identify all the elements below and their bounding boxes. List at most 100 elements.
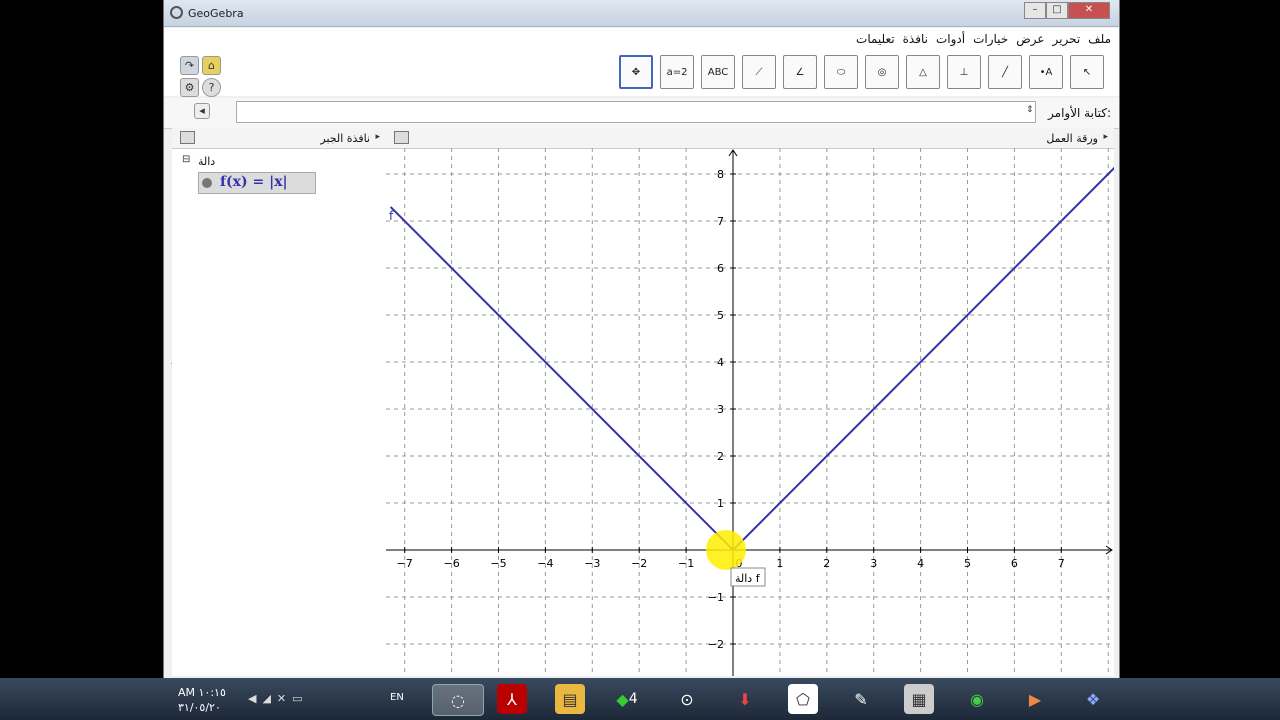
line-tool[interactable]: ╱ xyxy=(988,55,1022,89)
tooltip-text: دالة f xyxy=(735,572,761,585)
coordinate-plane[interactable]: −7−6−5−4−3−2−101234567−2−112345678 f دال… xyxy=(386,148,1114,676)
x-tick-label: −3 xyxy=(584,557,600,570)
y-tick-label: 5 xyxy=(717,309,724,322)
y-tick-label: −1 xyxy=(708,591,724,604)
x-tick-label: −6 xyxy=(443,557,459,570)
x-tick-label: −5 xyxy=(490,557,506,570)
function-label[interactable]: f xyxy=(389,209,394,223)
calculator-icon[interactable]: ▦ xyxy=(904,684,934,714)
y-tick-label: −2 xyxy=(708,638,724,651)
polygon-tool[interactable]: △ xyxy=(906,55,940,89)
system-clock[interactable]: AM ١٠:١٥ ٣١/٠٥/٢٠ xyxy=(178,685,226,715)
x-tick-label: 7 xyxy=(1058,557,1065,570)
minimize-button[interactable]: – xyxy=(1024,2,1046,19)
algebra-folder: دالة xyxy=(198,155,216,168)
help-icon[interactable]: ? xyxy=(202,78,221,97)
x-tick-label: 6 xyxy=(1011,557,1018,570)
menu-help[interactable]: تعليمات xyxy=(856,32,895,46)
taskbar: AM ١٠:١٥ ٣١/٠٥/٢٠ ◀◢✕▭ EN ◌ ⅄ ▤ ◆ 4 ⊙ ⬇ ⬠… xyxy=(0,678,1280,720)
x-tick-label: −2 xyxy=(631,557,647,570)
menu-bar: ملف تحرير عرض خيارات أدوات نافذة تعليمات xyxy=(164,28,1119,50)
y-tick-label: 1 xyxy=(717,497,724,510)
input-label: كتابة الأوامر: xyxy=(1048,106,1111,120)
graphics-view-title: ورقة العمل xyxy=(1046,132,1098,145)
function-graph-f[interactable] xyxy=(389,165,1114,552)
menu-edit[interactable]: تحرير xyxy=(1053,32,1081,46)
disk-utility-icon[interactable]: ⊙ xyxy=(672,684,702,714)
input-help-icon[interactable]: ◂ xyxy=(194,103,210,119)
y-tick-label: 3 xyxy=(717,403,724,416)
x-tick-label: −7 xyxy=(397,557,413,570)
command-input[interactable] xyxy=(236,101,1036,123)
clock-time: AM ١٠:١٥ xyxy=(178,686,226,699)
tool-app-icon[interactable]: ✎ xyxy=(846,684,876,714)
move-tool[interactable]: ↖ xyxy=(1070,55,1104,89)
perspectives-icon[interactable]: ⌂ xyxy=(202,56,221,75)
text-tool[interactable]: ABC xyxy=(701,55,735,89)
cube-app-badge: 4 xyxy=(628,691,638,707)
maximize-button[interactable]: □ xyxy=(1046,2,1068,19)
download-manager-icon[interactable]: ⬇ xyxy=(730,684,760,714)
cursor-highlight xyxy=(706,530,746,570)
conic-tool[interactable]: ⬭ xyxy=(824,55,858,89)
geogebra-taskbar-icon[interactable]: ◌ xyxy=(432,684,484,716)
folder-collapse-icon[interactable]: ⊟ xyxy=(182,154,190,165)
chrome-icon[interactable]: ◉ xyxy=(962,684,992,714)
reflect-tool[interactable]: ⟋ xyxy=(742,55,776,89)
menu-tools[interactable]: أدوات xyxy=(936,32,965,46)
x-tick-label: 4 xyxy=(917,557,924,570)
geogebra-app-icon xyxy=(170,6,183,19)
title-bar[interactable]: GeoGebra – □ ✕ xyxy=(164,0,1119,27)
view-style-icon[interactable] xyxy=(180,131,195,144)
point-tool[interactable]: •A xyxy=(1029,55,1063,89)
algebra-entry[interactable]: f(x) = |x| xyxy=(198,172,316,194)
panel-menu-arrow-icon[interactable]: ▸ xyxy=(375,132,380,142)
slider-tool[interactable]: a=2 xyxy=(660,55,694,89)
visibility-toggle-icon[interactable] xyxy=(202,178,212,188)
menu-window[interactable]: نافذة xyxy=(903,32,928,46)
windows-icon[interactable]: ❖ xyxy=(1078,684,1108,714)
gear-icon[interactable]: ⚙ xyxy=(180,78,199,97)
menu-file[interactable]: ملف xyxy=(1088,32,1111,46)
geogebra-window: GeoGebra – □ ✕ ملف تحرير عرض خيارات أدوا… xyxy=(163,0,1120,678)
input-dropdown-icon[interactable]: ⇕ xyxy=(1026,105,1034,115)
toolbar: ↷ ⌂ ⚙ ? ✥ a=2 ABC ⟋ ∠ ⬭ ◎ △ ⊥ ╱ •A ↖ xyxy=(164,50,1119,97)
graphics-menu-arrow-icon[interactable]: ▸ xyxy=(1103,132,1108,142)
algebra-view: نافذة الجبر ▸ ⊟ دالة f(x) = |x| xyxy=(172,128,387,676)
perpendicular-line-tool[interactable]: ⊥ xyxy=(947,55,981,89)
y-tick-label: 8 xyxy=(717,168,724,181)
window-title: GeoGebra xyxy=(188,7,244,20)
algebra-view-header: نافذة الجبر ▸ xyxy=(172,128,386,149)
graphics-view-header: ورقة العمل ▸ xyxy=(386,128,1114,149)
cube-app-icon[interactable]: ◆ 4 xyxy=(612,684,642,714)
x-tick-label: 5 xyxy=(964,557,971,570)
graphics-view[interactable]: ورقة العمل ▸ −7−6−5−4−3−2−101234567−2−11… xyxy=(386,128,1114,676)
y-tick-label: 4 xyxy=(717,356,724,369)
menu-options[interactable]: خيارات xyxy=(973,32,1008,46)
menu-view[interactable]: عرض xyxy=(1016,32,1044,46)
language-indicator[interactable]: EN xyxy=(390,692,404,703)
algebra-view-title: نافذة الجبر xyxy=(320,132,370,145)
graphics-style-icon[interactable] xyxy=(394,131,409,144)
x-tick-label: −1 xyxy=(678,557,694,570)
x-tick-label: 1 xyxy=(776,557,783,570)
circle-tool[interactable]: ◎ xyxy=(865,55,899,89)
x-tick-label: 3 xyxy=(870,557,877,570)
media-player-icon[interactable]: ▶ xyxy=(1020,684,1050,714)
x-tick-label: 2 xyxy=(823,557,830,570)
function-definition: f(x) = |x| xyxy=(220,174,288,190)
redo-icon[interactable]: ↷ xyxy=(180,56,199,75)
pdf-reader-icon[interactable]: ⅄ xyxy=(497,684,527,714)
network-app-icon[interactable]: ⬠ xyxy=(788,684,818,714)
y-tick-label: 2 xyxy=(717,450,724,463)
function-tooltip: دالة f xyxy=(730,567,766,587)
y-tick-label: 6 xyxy=(717,262,724,275)
x-tick-label: −4 xyxy=(537,557,553,570)
angle-tool[interactable]: ∠ xyxy=(783,55,817,89)
file-explorer-icon[interactable]: ▤ xyxy=(555,684,585,714)
close-button[interactable]: ✕ xyxy=(1068,2,1110,19)
input-bar: ◂ ⇕ كتابة الأوامر: xyxy=(164,98,1119,129)
move-graphics-view-tool[interactable]: ✥ xyxy=(619,55,653,89)
system-tray[interactable]: ◀◢✕▭ xyxy=(248,692,309,705)
y-tick-label: 7 xyxy=(717,215,724,228)
